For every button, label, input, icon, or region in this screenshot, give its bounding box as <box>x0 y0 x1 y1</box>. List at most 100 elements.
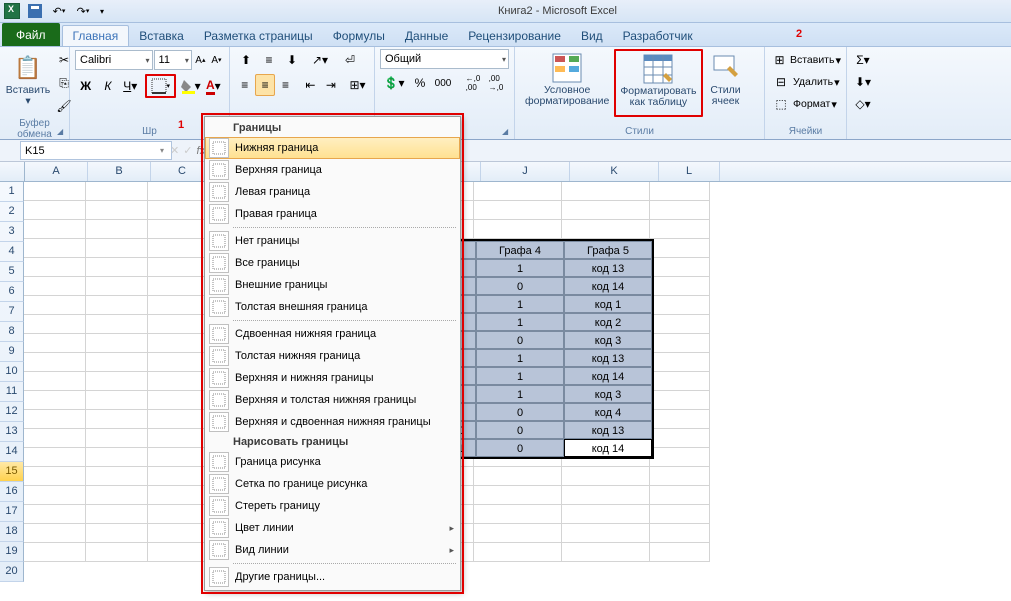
cell[interactable] <box>148 448 210 467</box>
table-cell[interactable]: 0 <box>476 403 564 421</box>
cell[interactable] <box>562 467 650 486</box>
align-left-button[interactable]: ≡ <box>235 74 254 96</box>
table-cell[interactable]: 1 <box>476 295 564 313</box>
cell[interactable] <box>86 467 148 486</box>
cell[interactable] <box>562 486 650 505</box>
cell[interactable] <box>86 315 148 334</box>
cell[interactable] <box>474 543 562 562</box>
cell[interactable] <box>650 391 710 410</box>
row-header[interactable]: 13 <box>0 422 24 442</box>
cell[interactable] <box>474 467 562 486</box>
cell[interactable] <box>86 277 148 296</box>
menu-item[interactable]: Верхняя и нижняя границы <box>205 367 460 389</box>
cell[interactable] <box>24 524 86 543</box>
cell[interactable] <box>650 239 710 258</box>
cell[interactable] <box>650 182 710 201</box>
table-cell[interactable]: код 13 <box>564 259 652 277</box>
wrap-text-button[interactable]: ⏎ <box>337 49 363 71</box>
cell[interactable] <box>650 467 710 486</box>
format-as-table-button[interactable]: Форматировать как таблицу <box>614 49 702 117</box>
cell[interactable] <box>562 182 650 201</box>
cell[interactable] <box>148 505 210 524</box>
cell[interactable] <box>86 524 148 543</box>
undo-button[interactable]: ↶▾ <box>48 1 70 21</box>
cell[interactable] <box>24 353 86 372</box>
conditional-formatting-button[interactable]: Условное форматирование <box>520 49 614 117</box>
table-cell[interactable]: 1 <box>476 349 564 367</box>
cell[interactable] <box>24 391 86 410</box>
cell[interactable] <box>148 334 210 353</box>
cell[interactable] <box>562 524 650 543</box>
menu-item[interactable]: Левая граница <box>205 181 460 203</box>
decrease-decimal-button[interactable]: ,00→,0 <box>485 72 507 94</box>
cell[interactable] <box>24 486 86 505</box>
clipboard-dialog-launcher[interactable]: ◢ <box>57 127 67 137</box>
menu-item[interactable]: Граница рисунка <box>205 451 460 473</box>
cell[interactable] <box>86 182 148 201</box>
tab-page-layout[interactable]: Разметка страницы <box>194 26 323 46</box>
insert-cells-button[interactable]: Вставить <box>790 54 835 66</box>
column-header[interactable]: K <box>570 162 659 181</box>
select-all-corner[interactable] <box>0 162 25 181</box>
column-header[interactable]: A <box>25 162 88 181</box>
menu-item[interactable]: Верхняя граница <box>205 159 460 181</box>
autosum-button[interactable]: Σ▾ <box>852 49 874 71</box>
cell[interactable] <box>24 448 86 467</box>
cell[interactable] <box>86 448 148 467</box>
cell[interactable] <box>86 391 148 410</box>
row-header[interactable]: 14 <box>0 442 24 462</box>
align-top-button[interactable]: ⬆ <box>235 49 257 71</box>
row-header[interactable]: 1 <box>0 182 24 202</box>
table-cell[interactable]: 1 <box>476 385 564 403</box>
tab-data[interactable]: Данные <box>395 26 458 46</box>
cell[interactable] <box>650 353 710 372</box>
cell[interactable] <box>148 296 210 315</box>
cell[interactable] <box>650 524 710 543</box>
increase-decimal-button[interactable]: ←,0,00 <box>462 72 484 94</box>
table-cell[interactable]: код 2 <box>564 313 652 331</box>
menu-item[interactable]: Толстая нижняя граница <box>205 345 460 367</box>
cell[interactable] <box>86 410 148 429</box>
table-header[interactable]: Графа 5 <box>564 241 652 259</box>
cell[interactable] <box>562 201 650 220</box>
font-name-combo[interactable]: Calibri <box>75 50 153 70</box>
menu-item[interactable]: Сдвоенная нижняя граница <box>205 323 460 345</box>
cell[interactable] <box>650 505 710 524</box>
cell[interactable] <box>24 334 86 353</box>
table-header[interactable]: Графа 4 <box>476 241 564 259</box>
table-cell[interactable]: код 1 <box>564 295 652 313</box>
cell[interactable] <box>148 182 210 201</box>
row-header[interactable]: 10 <box>0 362 24 382</box>
tab-developer[interactable]: Разработчик <box>613 26 703 46</box>
row-header[interactable]: 16 <box>0 482 24 502</box>
tab-view[interactable]: Вид <box>571 26 613 46</box>
menu-item[interactable]: Сетка по границе рисунка <box>205 473 460 495</box>
cell[interactable] <box>24 372 86 391</box>
menu-item[interactable]: Толстая внешняя граница <box>205 296 460 318</box>
cell[interactable] <box>86 486 148 505</box>
cell[interactable] <box>86 201 148 220</box>
row-header[interactable]: 3 <box>0 222 24 242</box>
row-header[interactable]: 7 <box>0 302 24 322</box>
menu-item[interactable]: Все границы <box>205 252 460 274</box>
menu-item[interactable]: Верхняя и толстая нижняя границы <box>205 389 460 411</box>
cell[interactable] <box>562 220 650 239</box>
table-cell[interactable]: 1 <box>476 259 564 277</box>
menu-item[interactable]: Нет границы <box>205 230 460 252</box>
cell-styles-button[interactable]: Стили ячеек <box>703 49 749 117</box>
table-cell[interactable]: код 3 <box>564 331 652 349</box>
number-dialog-launcher[interactable]: ◢ <box>502 127 512 137</box>
table-cell[interactable]: код 14 <box>564 439 652 457</box>
cell[interactable] <box>86 505 148 524</box>
cell[interactable] <box>24 201 86 220</box>
cell[interactable] <box>562 543 650 562</box>
cell[interactable] <box>86 372 148 391</box>
align-bottom-button[interactable]: ⬇ <box>281 49 303 71</box>
align-middle-button[interactable]: ≡ <box>258 49 280 71</box>
cell[interactable] <box>148 543 210 562</box>
name-box-input[interactable] <box>21 145 171 157</box>
cell[interactable] <box>24 410 86 429</box>
cell[interactable] <box>148 391 210 410</box>
fill-button[interactable]: ⬇▾ <box>852 71 874 93</box>
cell[interactable] <box>650 410 710 429</box>
